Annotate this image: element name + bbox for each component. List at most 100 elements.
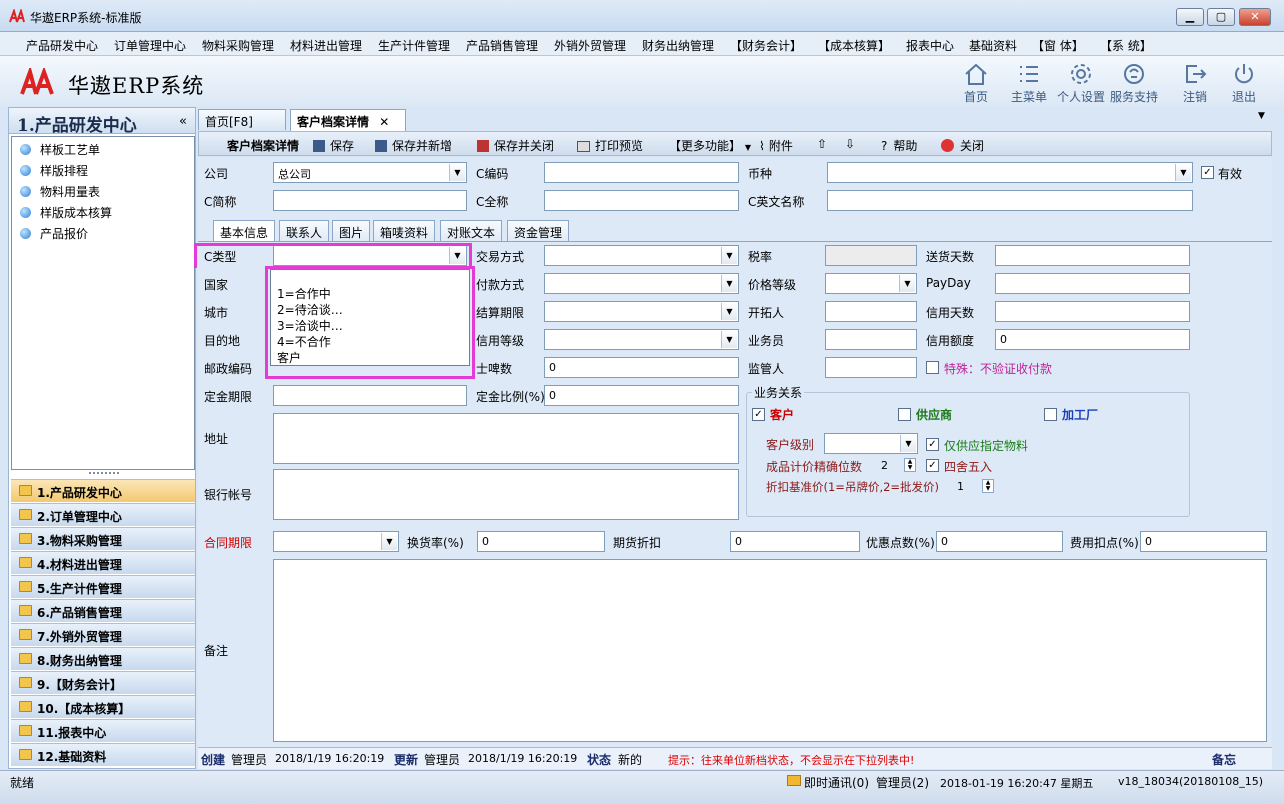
nav-item[interactable]: 12.基础资料 [11, 743, 195, 766]
nav-item[interactable]: 9.【财务会计】 [11, 671, 195, 694]
spinner-arrows-icon[interactable]: ▲ ▼ [982, 479, 994, 493]
dropdown-option[interactable]: 2=待洽谈… [277, 301, 343, 318]
memo-button[interactable]: 备忘 [1212, 751, 1236, 768]
customer-checkbox[interactable]: ✓ [752, 408, 765, 421]
menu-item[interactable]: 【系 统】 [1100, 37, 1152, 54]
menu-item[interactable]: 产品研发中心 [26, 37, 98, 54]
exit-button[interactable]: 退出 [1216, 62, 1272, 105]
menu-item[interactable]: 报表中心 [906, 37, 954, 54]
maximize-button[interactable]: ▢ [1207, 8, 1235, 26]
settings-button[interactable]: 个人设置 [1053, 62, 1109, 105]
menu-item[interactable]: 财务出纳管理 [642, 37, 714, 54]
menu-item[interactable]: 生产计件管理 [378, 37, 450, 54]
menu-item[interactable]: 【财务会计】 [730, 37, 802, 54]
fee-deduction-input[interactable]: 0 [1140, 531, 1267, 552]
save-new-button[interactable]: 保存并新增 [375, 137, 452, 154]
exchange-rate-input[interactable]: 0 [477, 531, 605, 552]
dropdown-option[interactable]: 客户 [277, 349, 301, 366]
menu-item[interactable]: 基础资料 [969, 37, 1017, 54]
move-up-button[interactable]: ⇧ [817, 137, 827, 151]
menu-item[interactable]: 产品销售管理 [466, 37, 538, 54]
spinner-arrows-icon[interactable]: ▲ ▼ [904, 458, 916, 472]
tax-input[interactable] [825, 245, 917, 266]
bonus-points-input[interactable]: 0 [936, 531, 1063, 552]
precision-spinner[interactable]: 2 [876, 456, 904, 474]
nav-item[interactable]: 6.产品销售管理 [11, 599, 195, 622]
menu-item[interactable]: 【成本核算】 [818, 37, 890, 54]
customer-level-select[interactable]: ▼ [824, 433, 918, 454]
nav-item[interactable]: 10.【成本核算】 [11, 695, 195, 718]
close-window-button[interactable]: ✕ [1239, 8, 1271, 26]
tree-item[interactable]: 样版成本核算 [20, 204, 112, 221]
dropdown-option[interactable]: 1=合作中 [277, 285, 331, 302]
menu-item[interactable]: 订单管理中心 [114, 37, 186, 54]
tab-home[interactable]: 首页[F8] [198, 109, 286, 130]
tab-customer-detail[interactable]: 客户档案详情 ✕ [290, 109, 406, 131]
trade-select[interactable]: ▼ [544, 245, 739, 266]
settle-select[interactable]: ▼ [544, 301, 739, 322]
english-name-input[interactable] [827, 190, 1193, 211]
tab-list-chevron-icon[interactable]: ▼ [1258, 111, 1265, 121]
tab-basic-info[interactable]: 基本信息 [213, 220, 276, 241]
home-button[interactable]: 首页 [948, 62, 1004, 105]
support-button[interactable]: 服务支持 [1106, 62, 1162, 105]
more-functions-button[interactable]: 【更多功能】 ▼ [669, 137, 751, 154]
discount-base-spinner[interactable]: 1 [950, 477, 980, 495]
move-down-button[interactable]: ⇩ [845, 137, 855, 151]
tree-item[interactable]: 物料用量表 [20, 183, 100, 200]
futures-discount-input[interactable]: 0 [730, 531, 860, 552]
save-close-button[interactable]: 保存并关闭 [477, 137, 554, 154]
menu-item[interactable]: 【窗 体】 [1032, 37, 1084, 54]
nav-item[interactable]: 4.材料进出管理 [11, 551, 195, 574]
tab-contacts[interactable]: 联系人 [279, 220, 330, 241]
tab-funds[interactable]: 资金管理 [507, 220, 570, 241]
deposit-ratio-input[interactable]: 0 [544, 385, 739, 406]
nav-item[interactable]: 1.产品研发中心 [11, 479, 195, 502]
menu-item[interactable]: 材料进出管理 [290, 37, 362, 54]
delivery-days-input[interactable] [995, 245, 1190, 266]
minimize-button[interactable]: ▁ [1176, 8, 1204, 26]
full-name-input[interactable] [544, 190, 739, 211]
collapse-icon[interactable]: « [179, 114, 187, 129]
special-checkbox[interactable] [926, 361, 939, 374]
short-name-input[interactable] [273, 190, 467, 211]
im-status[interactable]: 即时通讯(0) [804, 774, 869, 791]
dropdown-option[interactable]: 3=洽谈中… [277, 317, 343, 334]
credit-level-select[interactable]: ▼ [544, 329, 739, 350]
tree-item[interactable]: 产品报价 [20, 225, 88, 242]
code-input[interactable] [544, 162, 739, 183]
tree-item[interactable]: 样版排程 [20, 162, 88, 179]
menu-item[interactable]: 物料采购管理 [202, 37, 274, 54]
payment-select[interactable]: ▼ [544, 273, 739, 294]
valid-checkbox[interactable]: ✓ [1201, 166, 1214, 179]
nav-item[interactable]: 8.财务出纳管理 [11, 647, 195, 670]
company-select[interactable]: 总公司 ▼ [273, 162, 467, 183]
credit-limit-input[interactable]: 0 [995, 329, 1190, 350]
nav-item[interactable]: 5.生产计件管理 [11, 575, 195, 598]
main-menu-button[interactable]: 主菜单 [1001, 62, 1057, 105]
deposit-term-input[interactable] [273, 385, 467, 406]
nav-item[interactable]: 3.物料采购管理 [11, 527, 195, 550]
tariff-input[interactable]: 0 [544, 357, 739, 378]
bank-account-textarea[interactable] [273, 469, 739, 520]
help-button[interactable]: ? 帮助 [881, 137, 917, 154]
round-checkbox[interactable]: ✓ [926, 459, 939, 472]
payday-input[interactable] [995, 273, 1190, 294]
supervisor-input[interactable] [825, 357, 917, 378]
supplier-checkbox[interactable] [898, 408, 911, 421]
nav-item[interactable]: 11.报表中心 [11, 719, 195, 742]
tab-shipping-marks[interactable]: 箱唛资料 [373, 220, 436, 241]
splitter-grip[interactable] [89, 472, 119, 476]
price-level-select[interactable]: ▼ [825, 273, 917, 294]
dropdown-option[interactable]: 4=不合作 [277, 333, 331, 350]
currency-select[interactable]: ▼ [827, 162, 1193, 183]
credit-days-input[interactable] [995, 301, 1190, 322]
tab-statement-text[interactable]: 对账文本 [440, 220, 503, 241]
remark-textarea[interactable] [273, 559, 1267, 742]
close-tab-icon[interactable]: ✕ [379, 115, 389, 129]
logout-button[interactable]: 注销 [1167, 62, 1223, 105]
contract-term-select[interactable]: ▼ [273, 531, 399, 552]
factory-checkbox[interactable] [1044, 408, 1057, 421]
attachment-button[interactable]: ⌇ 附件 [759, 137, 793, 154]
developer-input[interactable] [825, 301, 917, 322]
